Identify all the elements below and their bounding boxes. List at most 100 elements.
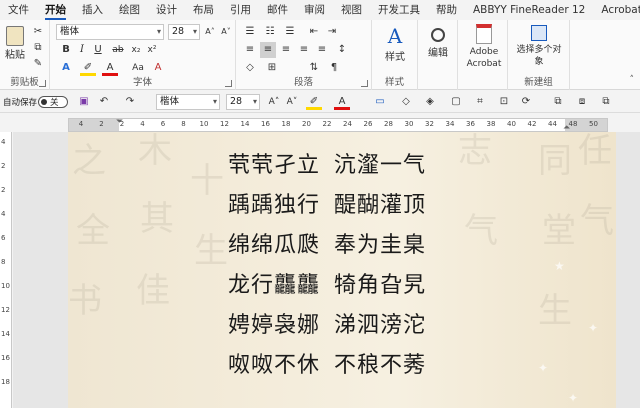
ruler-tick: 26 — [363, 120, 373, 128]
svg-text:★: ★ — [554, 259, 565, 273]
tab-5[interactable]: 布局 — [185, 0, 222, 20]
vertical-ruler-tick: 2 — [1, 186, 6, 194]
font-size-combo[interactable]: 28 ▾ — [168, 24, 200, 40]
tab-9[interactable]: 视图 — [333, 0, 370, 20]
superscript-button[interactable]: x² — [144, 42, 160, 58]
paste-button[interactable]: 粘贴 — [4, 24, 26, 70]
qat-shape-icon[interactable]: ◇ — [398, 94, 414, 110]
qat-group-icon[interactable]: ⧉ — [550, 94, 566, 110]
line-spacing-button[interactable]: ↕ — [334, 42, 350, 58]
paragraph-group: ☰ ☷ ☰ ⇤ ⇥ ≡ ≡ ≡ ≡ ≡ ↕ ◇ ⊞ ⇅ ¶ 段落 — [236, 20, 372, 90]
tab-7[interactable]: 邮件 — [259, 0, 296, 20]
decrease-indent-button[interactable]: ⇤ — [306, 24, 322, 40]
qat-font-color-icon[interactable]: A — [334, 94, 350, 110]
qat-font-combo[interactable]: 楷体 ▾ — [156, 94, 220, 110]
multilevel-list-button[interactable]: ☰ — [282, 24, 298, 40]
font-name-combo[interactable]: 楷体 ▾ — [56, 24, 164, 40]
justify-button[interactable]: ≡ — [296, 42, 312, 58]
svg-text:气: 气 — [464, 211, 498, 251]
qat-grow-font-icon[interactable]: A˄ — [266, 94, 282, 110]
font-launcher[interactable] — [225, 80, 232, 87]
ruler-tick: 22 — [322, 120, 332, 128]
increase-indent-button[interactable]: ⇥ — [324, 24, 340, 40]
ruler-tick: 38 — [486, 120, 496, 128]
redo-icon[interactable]: ↷ — [122, 94, 138, 110]
poem-line: 踽踽独行 醍醐灌顶 — [228, 186, 426, 226]
ribbon: 粘贴 ✂ ⧉ ✎ 剪贴板 楷体 ▾ 28 ▾ A˄ A˅ B I U ab x₂ x… — [0, 20, 640, 90]
tab-2[interactable]: 插入 — [74, 0, 111, 20]
tab-11[interactable]: 帮助 — [428, 0, 465, 20]
qat-fill-icon[interactable]: ◈ — [422, 94, 438, 110]
poem-line: 茕茕孑立 沆瀣一气 — [228, 146, 426, 186]
tab-12[interactable]: ABBYY FineReader 12 — [465, 0, 593, 20]
distributed-button[interactable]: ≡ — [314, 42, 330, 58]
ruler-tick: 34 — [445, 120, 455, 128]
cut-icon[interactable]: ✂ — [30, 24, 46, 40]
select-objects-button[interactable]: 选择多个对象 — [512, 22, 566, 68]
qat-send-backward-icon[interactable]: ⧉ — [598, 94, 614, 110]
subscript-button[interactable]: x₂ — [128, 42, 144, 58]
qat-outline-icon[interactable]: ▢ — [448, 94, 464, 110]
poem-phrase-right: 醍醐灌顶 — [334, 193, 427, 218]
bold-button[interactable]: B — [58, 42, 74, 58]
qat-rotate-icon[interactable]: ⟳ — [518, 94, 534, 110]
align-right-button[interactable]: ≡ — [278, 42, 294, 58]
svg-text:✦: ✦ — [568, 391, 578, 405]
document-page[interactable]: 之全书 木其佳 十生 志气 同堂生 任气 ★ ✦ ✦ ✦ 茕茕孑立 沆瀣一气 踽踽独行 醍醐… — [68, 132, 616, 408]
undo-icon[interactable]: ↶ — [96, 94, 112, 110]
align-center-button[interactable]: ≡ — [260, 42, 276, 58]
tab-8[interactable]: 审阅 — [296, 0, 333, 20]
svg-text:同: 同 — [538, 141, 572, 181]
font-group: 楷体 ▾ 28 ▾ A˄ A˅ B I U ab x₂ x² A ✐ A Aa A … — [50, 20, 236, 90]
tab-0[interactable]: 文件 — [0, 0, 37, 20]
adobe-acrobat-label: Adobe Acrobat — [466, 47, 502, 69]
styles-group: A 样式 样式 — [372, 20, 418, 90]
qat-crop-icon[interactable]: ⌗ — [472, 94, 488, 110]
qat-bring-forward-icon[interactable]: ⧈ — [574, 94, 590, 110]
tab-4[interactable]: 设计 — [148, 0, 185, 20]
tab-1[interactable]: 开始 — [37, 0, 74, 20]
clipboard-launcher[interactable] — [39, 80, 46, 87]
collapse-ribbon-icon[interactable]: ˄ — [630, 75, 635, 85]
qat-shrink-font-icon[interactable]: A˅ — [284, 94, 300, 110]
shrink-font-button[interactable]: A˅ — [218, 24, 234, 40]
align-left-button[interactable]: ≡ — [242, 42, 258, 58]
svg-text:气: 气 — [580, 201, 614, 241]
svg-text:之: 之 — [72, 141, 106, 181]
tab-13[interactable]: Acrobat — [593, 0, 640, 20]
tab-3[interactable]: 绘图 — [111, 0, 148, 20]
styles-button[interactable]: A 样式 — [378, 24, 412, 68]
poem-text[interactable]: 茕茕孑立 沆瀣一气 踽踽独行 醍醐灌顶 绵绵瓜瓞 奉为圭臬 龙行龘龘 犄角旮旯 娉婷袅娜 涕泗滂沱… — [228, 146, 426, 386]
underline-button[interactable]: U — [90, 42, 106, 58]
ruler-tick: 10 — [199, 120, 209, 128]
document-canvas[interactable]: 之全书 木其佳 十生 志气 同堂生 任气 ★ ✦ ✦ ✦ 茕茕孑立 沆瀣一气 踽踽独行 醍醐… — [13, 132, 640, 408]
format-painter-icon[interactable]: ✎ — [30, 56, 46, 72]
quick-access-toolbar: 自动保存 关 ▣ ↶ ↷ 楷体 ▾ 28 ▾ A˄ A˅ ✐ A ▭ ◇ ◈ ▢ ⌗… — [0, 91, 640, 113]
ruler-tick: 50 — [589, 120, 598, 128]
qat-align-icon[interactable]: ⊡ — [496, 94, 512, 110]
horizontal-ruler[interactable]: ⏷ ⏶ 4 2 2 4 6 8 10 12 14 16 18 20 22 24 26 28 30 32 34 36 38… — [68, 117, 608, 133]
vertical-ruler[interactable]: 4 2 2 4 6 8 10 12 14 16 18 — [0, 132, 12, 408]
bullets-button[interactable]: ☰ — [242, 24, 258, 40]
tab-6[interactable]: 引用 — [222, 0, 259, 20]
editing-button[interactable]: 编辑 — [422, 24, 454, 68]
copy-icon[interactable]: ⧉ — [30, 40, 46, 56]
vertical-ruler-tick: 14 — [1, 330, 10, 338]
paragraph-launcher[interactable] — [361, 80, 368, 87]
grow-font-button[interactable]: A˄ — [202, 24, 218, 40]
adobe-acrobat-button[interactable]: Adobe Acrobat — [462, 22, 506, 72]
qat-textbox-icon[interactable]: ▭ — [372, 94, 388, 110]
tab-10[interactable]: 开发工具 — [370, 0, 428, 20]
vertical-ruler-tick: 16 — [1, 354, 10, 362]
italic-button[interactable]: I — [74, 42, 90, 58]
qat-highlight-icon[interactable]: ✐ — [306, 94, 322, 110]
ruler-tick: 12 — [220, 120, 229, 128]
svg-text:✦: ✦ — [538, 361, 548, 375]
numbering-button[interactable]: ☷ — [262, 24, 278, 40]
autosave-toggle[interactable]: 关 — [38, 96, 68, 108]
vertical-ruler-tick: 4 — [1, 210, 6, 218]
poem-line: 绵绵瓜瓞 奉为圭臬 — [228, 226, 426, 266]
strikethrough-button[interactable]: ab — [110, 42, 126, 58]
save-icon[interactable]: ▣ — [76, 94, 92, 110]
qat-size-combo[interactable]: 28 ▾ — [226, 94, 260, 110]
